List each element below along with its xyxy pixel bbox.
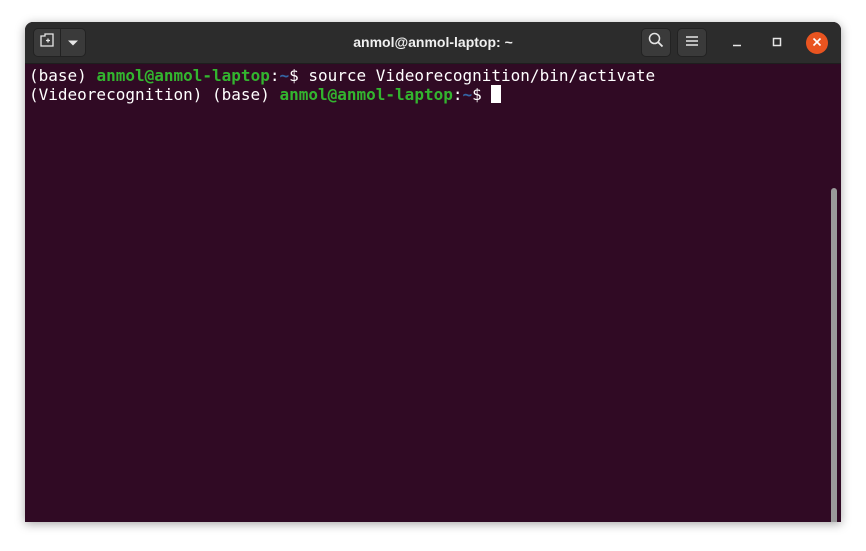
maximize-icon [772,34,782,52]
close-icon [812,34,822,52]
menu-button[interactable] [677,28,707,57]
close-button[interactable] [806,32,828,54]
scrollbar[interactable] [831,188,837,522]
terminal-line: (base) anmol@anmol-laptop:~$ source Vide… [29,66,655,85]
prompt-symbol: $ [472,85,492,104]
prompt-userhost: anmol@anmol-laptop [279,85,453,104]
terminal-window: anmol@anmol-laptop: ~ (base) anmol@anmol… [25,22,841,522]
prompt-path: ~ [462,85,473,104]
search-icon [648,32,664,53]
minimize-button[interactable] [726,32,748,54]
search-button[interactable] [641,28,671,57]
title-bar[interactable]: anmol@anmol-laptop: ~ [25,22,841,64]
prompt-symbol: $ [289,66,309,85]
terminal-line: (Videorecognition) (base) anmol@anmol-la… [29,85,502,104]
terminal-content[interactable]: (base) anmol@anmol-laptop:~$ source Vide… [25,64,841,522]
command-text: source Videorecognition/bin/activate [308,66,656,85]
maximize-button[interactable] [766,32,788,54]
prompt-path: ~ [279,66,290,85]
env-prefix: (Videorecognition) (base) [29,85,280,104]
env-prefix: (base) [29,66,97,85]
minimize-icon [732,34,742,52]
hamburger-menu-icon [685,34,699,52]
prompt-userhost: anmol@anmol-laptop [96,66,270,85]
window-title: anmol@anmol-laptop: ~ [353,34,513,50]
text-cursor [491,85,502,103]
